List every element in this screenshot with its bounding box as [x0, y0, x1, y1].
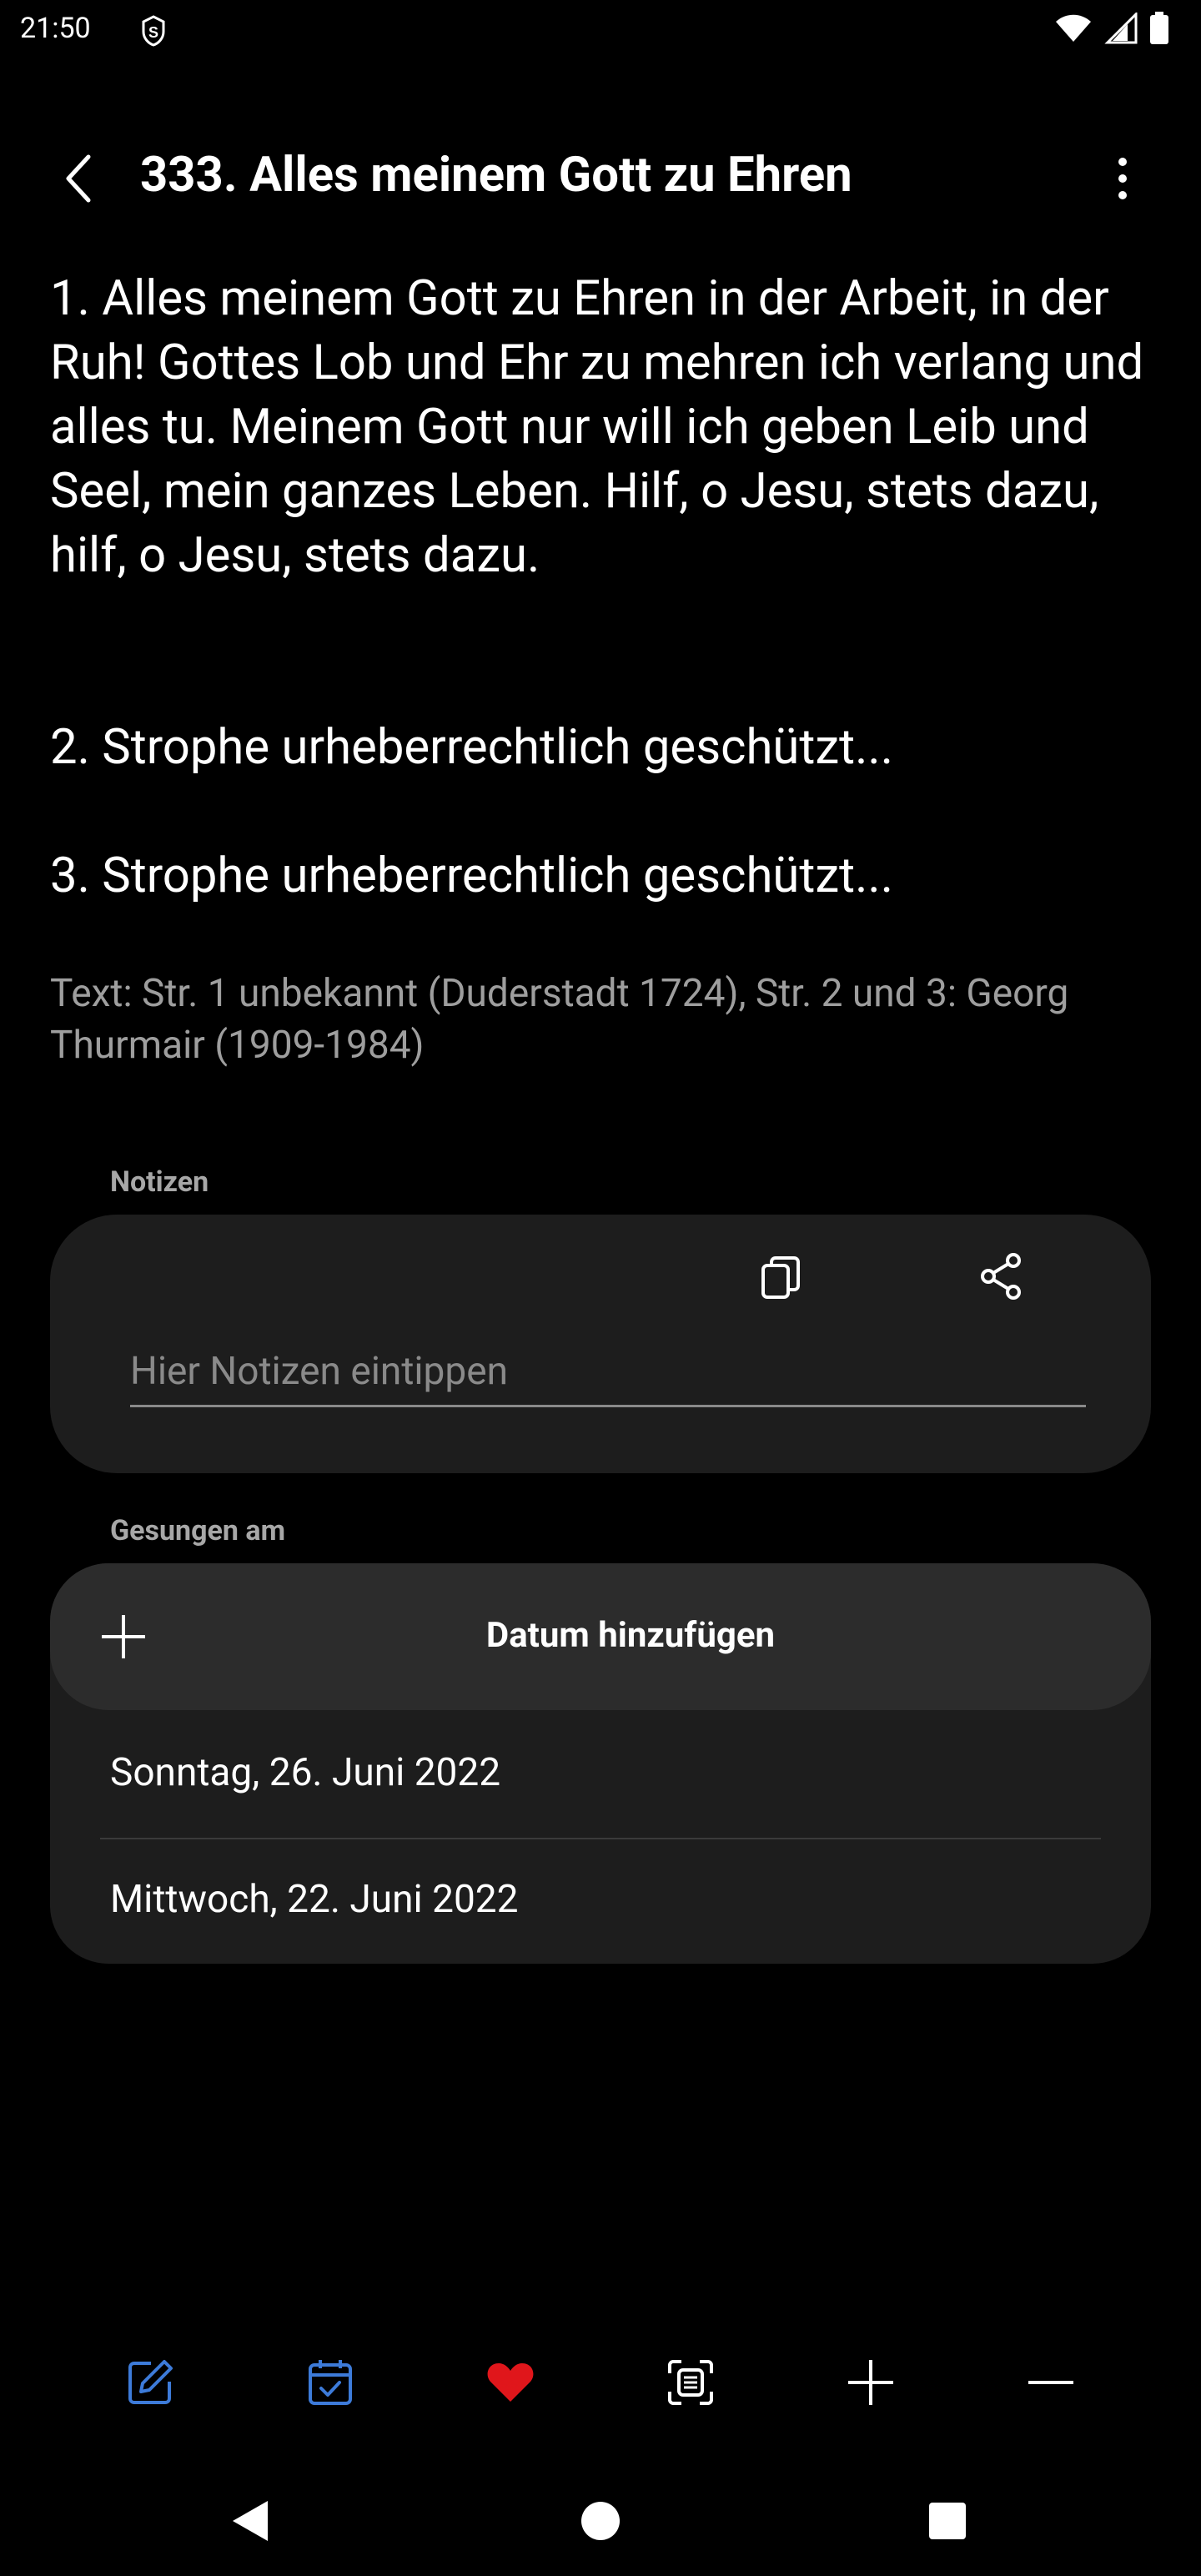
zoom-out-button[interactable] — [1019, 2351, 1083, 2414]
sung-section-label: Gesungen am — [110, 1514, 286, 1547]
minus-icon — [1028, 2381, 1073, 2384]
nav-back-button[interactable] — [217, 2488, 284, 2554]
verse-3: 3. Strophe urheberrechtlich geschützt... — [50, 848, 894, 904]
favorite-button[interactable] — [479, 2351, 542, 2414]
text-scan-icon — [668, 2360, 713, 2405]
nav-recents-button[interactable] — [914, 2488, 981, 2554]
nav-home-icon — [581, 2502, 620, 2540]
nav-home-button[interactable] — [567, 2488, 634, 2554]
more-options-button[interactable] — [1098, 148, 1148, 209]
nav-back-icon — [233, 2501, 268, 2541]
zoom-in-button[interactable] — [839, 2351, 902, 2414]
back-button[interactable] — [48, 148, 108, 209]
divider — [100, 1838, 1101, 1839]
page-title: 333. Alles meinem Gott zu Ehren — [140, 147, 852, 204]
sung-date-item[interactable]: Sonntag, 26. Juni 2022 — [110, 1750, 500, 1795]
share-notes-button[interactable] — [971, 1246, 1031, 1306]
calendar-check-icon — [309, 2360, 352, 2405]
battery-icon — [1149, 12, 1169, 48]
signal-icon — [1104, 11, 1138, 48]
more-vert-icon — [1118, 158, 1127, 199]
nav-recents-icon — [929, 2503, 966, 2539]
song-credits: Text: Str. 1 unbekannt (Duderstadt 1724)… — [50, 971, 1069, 1068]
text-scan-button[interactable] — [659, 2351, 722, 2414]
copy-notes-button[interactable] — [751, 1248, 811, 1308]
add-date-label: Datum hinzufügen — [485, 1615, 776, 1656]
status-icons — [1054, 11, 1169, 48]
status-time: 21:50 — [20, 12, 91, 45]
calendar-button[interactable] — [299, 2351, 362, 2414]
share-icon — [981, 1253, 1021, 1300]
plus-icon — [848, 2360, 893, 2405]
app-notification-icon: S — [137, 12, 170, 48]
verse-1: 1. Alles meinem Gott zu Ehren in der Arb… — [50, 270, 1144, 584]
copy-icon — [761, 1256, 800, 1299]
sung-date-item[interactable]: Mittwoch, 22. Juni 2022 — [110, 1877, 519, 1922]
chevron-left-icon — [66, 154, 91, 203]
edit-icon — [128, 2360, 173, 2404]
edit-button[interactable] — [118, 2351, 182, 2414]
notes-input[interactable] — [130, 1338, 1086, 1407]
wifi-icon — [1054, 13, 1093, 47]
svg-text:S: S — [148, 24, 158, 41]
heart-icon — [487, 2363, 534, 2402]
verse-2: 2. Strophe urheberrechtlich geschützt... — [50, 719, 894, 776]
notes-section-label: Notizen — [110, 1165, 209, 1199]
